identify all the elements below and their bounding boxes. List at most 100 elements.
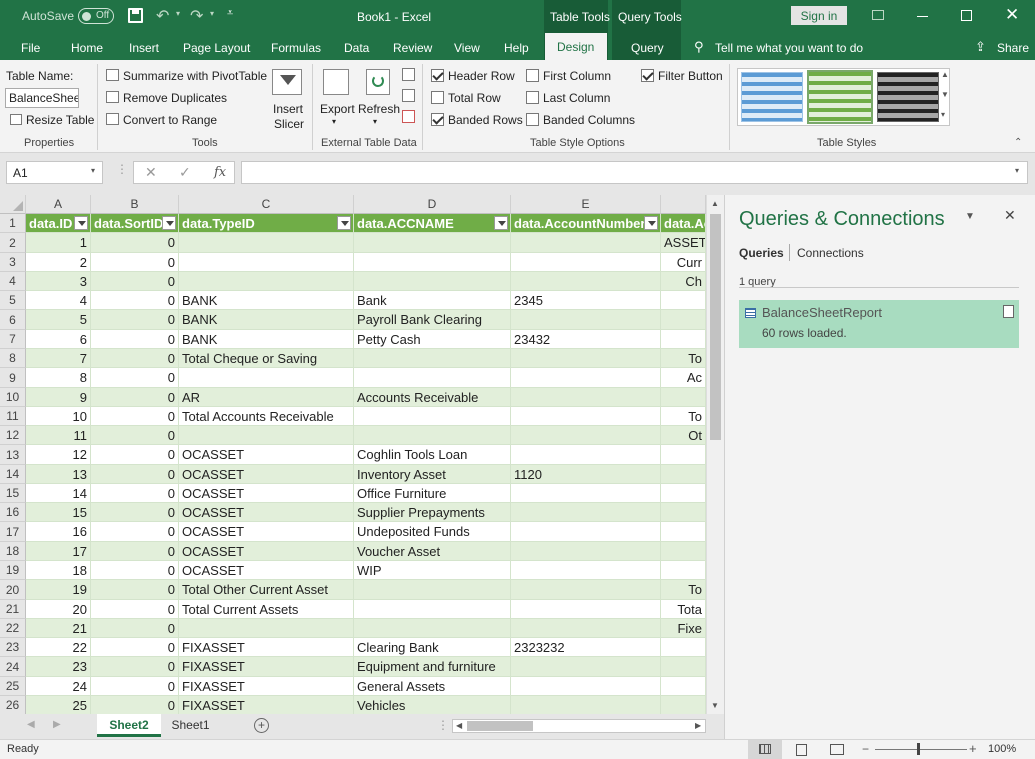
- table-cell[interactable]: Total Accounts Receivable: [179, 407, 354, 426]
- zoom-level[interactable]: 100%: [988, 743, 1016, 755]
- table-cell[interactable]: [511, 426, 661, 445]
- table-cell[interactable]: [354, 368, 511, 388]
- total-row-checkbox[interactable]: [431, 91, 444, 104]
- convert-to-range-button[interactable]: Convert to Range: [123, 113, 217, 127]
- sheet-scroll-right-icon[interactable]: ▶: [53, 719, 61, 730]
- row-header[interactable]: 14: [0, 465, 26, 484]
- row-header[interactable]: 4: [0, 272, 26, 291]
- table-cell[interactable]: Total Cheque or Saving: [179, 349, 354, 368]
- row-header[interactable]: 19: [0, 561, 26, 580]
- properties-icon[interactable]: [402, 68, 415, 81]
- select-all-corner[interactable]: [0, 195, 26, 214]
- tab-review[interactable]: Review: [393, 41, 432, 55]
- collapse-ribbon-icon[interactable]: ⌃: [1014, 137, 1022, 148]
- zoom-slider-track[interactable]: [875, 749, 967, 750]
- gallery-more-icon[interactable]: ▾: [941, 110, 945, 119]
- table-cell[interactable]: [354, 426, 511, 445]
- refresh-button[interactable]: Refresh: [358, 102, 400, 116]
- table-cell[interactable]: [354, 349, 511, 368]
- summarize-pivot-button[interactable]: Summarize with PivotTable: [123, 69, 267, 83]
- table-cell[interactable]: [179, 368, 354, 388]
- table-cell[interactable]: [511, 272, 661, 291]
- row-header[interactable]: 24: [0, 657, 26, 677]
- row-header[interactable]: 10: [0, 388, 26, 407]
- table-cell[interactable]: 0: [91, 542, 179, 561]
- table-cell[interactable]: 0: [91, 330, 179, 349]
- table-cell[interactable]: OCASSET: [179, 484, 354, 503]
- table-cell[interactable]: [354, 619, 511, 638]
- table-cell[interactable]: 2323232: [511, 638, 661, 657]
- new-sheet-icon[interactable]: +: [254, 718, 269, 733]
- table-cell[interactable]: 0: [91, 677, 179, 696]
- name-box[interactable]: A1 ▾: [6, 161, 103, 184]
- table-cell[interactable]: Curr: [661, 253, 706, 272]
- table-cell[interactable]: 0: [91, 696, 179, 714]
- table-cell[interactable]: 0: [91, 503, 179, 522]
- table-cell[interactable]: 0: [91, 426, 179, 445]
- table-cell[interactable]: 19: [26, 580, 91, 600]
- close-icon[interactable]: ✕: [1005, 5, 1019, 25]
- zoom-out-icon[interactable]: −: [862, 742, 869, 756]
- table-cell[interactable]: To: [661, 349, 706, 368]
- table-cell[interactable]: 0: [91, 522, 179, 542]
- table-cell[interactable]: 10: [26, 407, 91, 426]
- sheet-tab-sheet1[interactable]: Sheet1: [163, 714, 218, 737]
- zoom-slider-thumb[interactable]: [917, 743, 920, 755]
- table-cell[interactable]: 6: [26, 330, 91, 349]
- row-header[interactable]: 26: [0, 696, 26, 714]
- row-header[interactable]: 15: [0, 484, 26, 503]
- row-header[interactable]: 20: [0, 580, 26, 600]
- table-cell[interactable]: [511, 253, 661, 272]
- table-cell[interactable]: [511, 561, 661, 580]
- tab-insert[interactable]: Insert: [129, 41, 159, 55]
- table-cell[interactable]: [511, 600, 661, 619]
- page-layout-view-icon[interactable]: [796, 744, 807, 756]
- table-cell[interactable]: Accounts Receivable: [354, 388, 511, 407]
- table-cell[interactable]: WIP: [354, 561, 511, 580]
- horizontal-scrollbar[interactable]: ◀ ▶: [452, 719, 706, 733]
- banded-columns-checkbox[interactable]: [526, 113, 539, 126]
- banded-rows-checkbox[interactable]: [431, 113, 444, 126]
- table-cell[interactable]: 21: [26, 619, 91, 638]
- zoom-in-icon[interactable]: +: [969, 741, 977, 756]
- table-cell[interactable]: [354, 580, 511, 600]
- table-cell[interactable]: [511, 580, 661, 600]
- name-box-dropdown-icon[interactable]: ▾: [91, 166, 95, 175]
- table-cell[interactable]: 0: [91, 561, 179, 580]
- table-style-black[interactable]: [877, 72, 939, 122]
- table-cell[interactable]: BANK: [179, 330, 354, 349]
- table-cell[interactable]: [179, 426, 354, 445]
- redo-icon[interactable]: ↷: [190, 6, 203, 26]
- header-row-checkbox[interactable]: [431, 69, 444, 82]
- hscroll-right-icon[interactable]: ▶: [695, 721, 701, 730]
- pane-close-icon[interactable]: ✕: [1004, 207, 1016, 224]
- row-header[interactable]: 7: [0, 330, 26, 349]
- table-cell[interactable]: 1120: [511, 465, 661, 484]
- sign-in-button[interactable]: Sign in: [791, 6, 847, 25]
- table-cell[interactable]: Inventory Asset: [354, 465, 511, 484]
- table-cell[interactable]: 18: [26, 561, 91, 580]
- unlink-icon[interactable]: [402, 110, 415, 123]
- column-header-f[interactable]: [661, 195, 706, 214]
- tell-me-search[interactable]: Tell me what you want to do: [715, 41, 863, 55]
- table-cell[interactable]: [661, 445, 706, 465]
- table-cell[interactable]: [179, 253, 354, 272]
- table-cell[interactable]: 0: [91, 368, 179, 388]
- table-cell[interactable]: 24: [26, 677, 91, 696]
- hscroll-left-icon[interactable]: ◀: [456, 721, 462, 730]
- table-cell[interactable]: Fixe: [661, 619, 706, 638]
- table-cell[interactable]: FIXASSET: [179, 657, 354, 677]
- table-cell[interactable]: OCASSET: [179, 445, 354, 465]
- row-header[interactable]: 5: [0, 291, 26, 310]
- table-cell[interactable]: Coghlin Tools Loan: [354, 445, 511, 465]
- row-header[interactable]: 23: [0, 638, 26, 657]
- export-button[interactable]: Export: [320, 102, 355, 116]
- row-header[interactable]: 25: [0, 677, 26, 696]
- table-header-cell[interactable]: data.TypeID: [179, 214, 354, 233]
- insert-function-icon[interactable]: fx: [214, 165, 226, 180]
- tab-split-grip-icon[interactable]: ⋮: [437, 718, 449, 732]
- table-cell[interactable]: [661, 522, 706, 542]
- refresh-dropdown-icon[interactable]: ▾: [373, 117, 377, 126]
- tab-connections[interactable]: Connections: [797, 246, 864, 260]
- table-cell[interactable]: 0: [91, 253, 179, 272]
